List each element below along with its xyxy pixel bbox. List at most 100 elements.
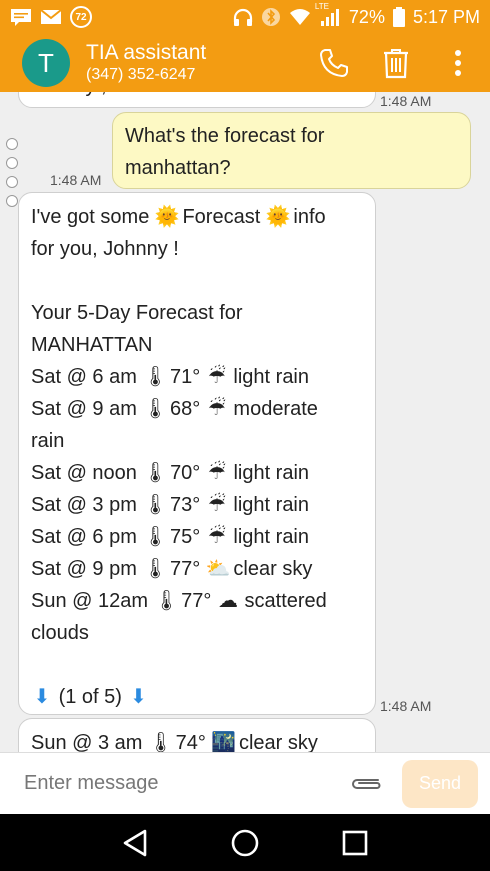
forecast-heading: Your 5-Day Forecast for [31,302,243,324]
forecast-row: Sun @ 12am 🌡 77° ☁ scattered [31,585,363,617]
contact-info[interactable]: TIA assistant (347) 352-6247 [86,41,206,85]
thermometer-icon: 🌡 [142,526,168,548]
contact-avatar[interactable]: T [22,39,70,87]
down-arrow-icon: ⬇ [33,686,51,708]
forecast-row: Sat @ 6 am 🌡 71° ☔ light rain [31,361,363,393]
gmail-icon [40,9,62,25]
contact-phone: (347) 352-6247 [86,66,196,83]
text: I've got some [31,206,150,228]
forecast-row: Sat @ 3 pm 🌡 73° ☔ light rain [31,489,363,521]
thermometer-icon: 🌡 [142,558,168,580]
contact-name: TIA assistant [86,41,207,64]
forecast-time: Sat @ 6 pm [31,526,137,548]
notification-count-badge: 72 [70,6,92,28]
bluetooth-icon [261,7,281,27]
thermometer-icon: 🌡 [142,366,168,388]
forecast-row: Sat @ noon 🌡 70° ☔ light rain [31,457,363,489]
forecast-temp: 77° [181,590,212,612]
forecast-time: Sat @ 6 am [31,366,137,388]
thermometer-icon: 🌡 [142,462,168,484]
more-vert-icon [455,50,461,76]
forecast-temp: 75° [170,526,201,548]
forecast-time: Sat @ 3 pm [31,494,137,516]
clock: 5:17 PM [412,6,480,27]
forecast-row: Sat @ 9 am 🌡 68° ☔ moderate [31,393,363,425]
back-triangle-icon [123,829,147,856]
headphones-icon [233,8,253,26]
lte-label: LTE [314,2,329,11]
down-arrow-icon: ⬇ [130,686,147,708]
forecast-condition: light rain [233,526,310,548]
message-notification-icon [10,8,32,26]
forecast-temp: 77° [170,558,201,580]
forecast-condition: light rain [233,366,310,388]
forecast-condition: rain [31,430,65,452]
message-bubble-incoming[interactable]: Sun @ 3 am 🌡 74° 🌃 clear sky [18,718,376,752]
app-bar: T TIA assistant (347) 352-6247 [0,34,490,92]
forecast-row: Sat @ 9 pm 🌡 77° ⛅ clear sky [31,553,363,585]
forecast-location: MANHATTAN [31,334,153,356]
overflow-menu-button[interactable] [440,45,476,81]
forecast-temp: 73° [170,494,201,516]
status-bar: 72 LTE 72% 5:17 PM [0,0,490,34]
forecast-condition: light rain [233,462,310,484]
pager-label: (1 of 5) [58,686,122,708]
forecast-temp: 70° [170,462,201,484]
send-button[interactable]: Send [402,759,478,808]
thermometer-icon: 🌡 [148,732,174,752]
message-text: manhattan? [125,157,231,179]
forecast-condition: clear sky [238,732,318,752]
compose-bar: Send [0,752,490,814]
back-button[interactable] [115,823,155,863]
sun-behind-cloud-icon: ⛅ [205,558,231,580]
text: info [293,206,326,228]
navigation-bar [0,814,490,871]
umbrella-rain-icon: ☔ [207,494,226,516]
forecast-row: Sat @ 6 pm 🌡 75° ☔ light rain [31,521,363,553]
forecast-time: Sat @ 9 pm [31,558,137,580]
trash-icon [384,49,408,79]
forecast-temp: 68° [170,398,201,420]
forecast-condition: moderate [233,398,318,420]
recents-button[interactable] [335,823,375,863]
message-line: I've got some 🌞 Forecast 🌞 info [31,201,363,233]
text: Forecast [182,206,261,228]
sun-face-icon: 🌞 [265,206,291,228]
recents-square-icon [342,830,368,855]
message-line: for you, Johnny ! [31,238,179,260]
message-text: What's the forecast for [125,125,325,147]
message-bubble-outgoing[interactable]: What's the forecast for manhattan? [112,112,471,189]
umbrella-rain-icon: ☔ [207,366,226,388]
forecast-time: Sat @ noon [31,462,137,484]
night-city-icon: 🌃 [211,732,237,752]
message-input[interactable] [24,772,324,795]
delete-button[interactable] [378,45,414,81]
forecast-condition: scattered [244,590,327,612]
message-timestamp: 1:48 AM [380,93,432,109]
conversation[interactable]: Johnny , or text HELP 1:48 AM What's the… [0,92,490,752]
umbrella-rain-icon: ☔ [207,526,226,548]
forecast-time: Sun @ 3 am [31,732,143,752]
umbrella-rain-icon: ☔ [207,398,226,420]
sun-face-icon: 🌞 [154,206,180,228]
forecast-row: Sun @ 3 am 🌡 74° 🌃 clear sky [31,727,363,752]
battery-icon [392,7,405,27]
wifi-icon [289,8,311,26]
message-timestamp: 1:48 AM [380,698,432,714]
battery-percent: 72% [348,6,385,27]
paperclip-icon [352,778,381,789]
forecast-condition: clouds [31,622,89,644]
home-button[interactable] [225,823,265,863]
attach-button[interactable] [348,774,384,794]
message-text: Johnny , or text HELP [31,92,363,101]
message-bubble-incoming[interactable]: Johnny , or text HELP [18,92,376,108]
signal-icon: LTE [315,2,341,26]
forecast-temp: 71° [170,366,201,388]
message-bubble-incoming[interactable]: I've got some 🌞 Forecast 🌞 info for you,… [18,192,376,715]
cloud-icon: ☁ [217,590,238,612]
forecast-temp: 74° [175,732,206,752]
call-button[interactable] [316,45,352,81]
home-circle-icon [231,829,259,856]
